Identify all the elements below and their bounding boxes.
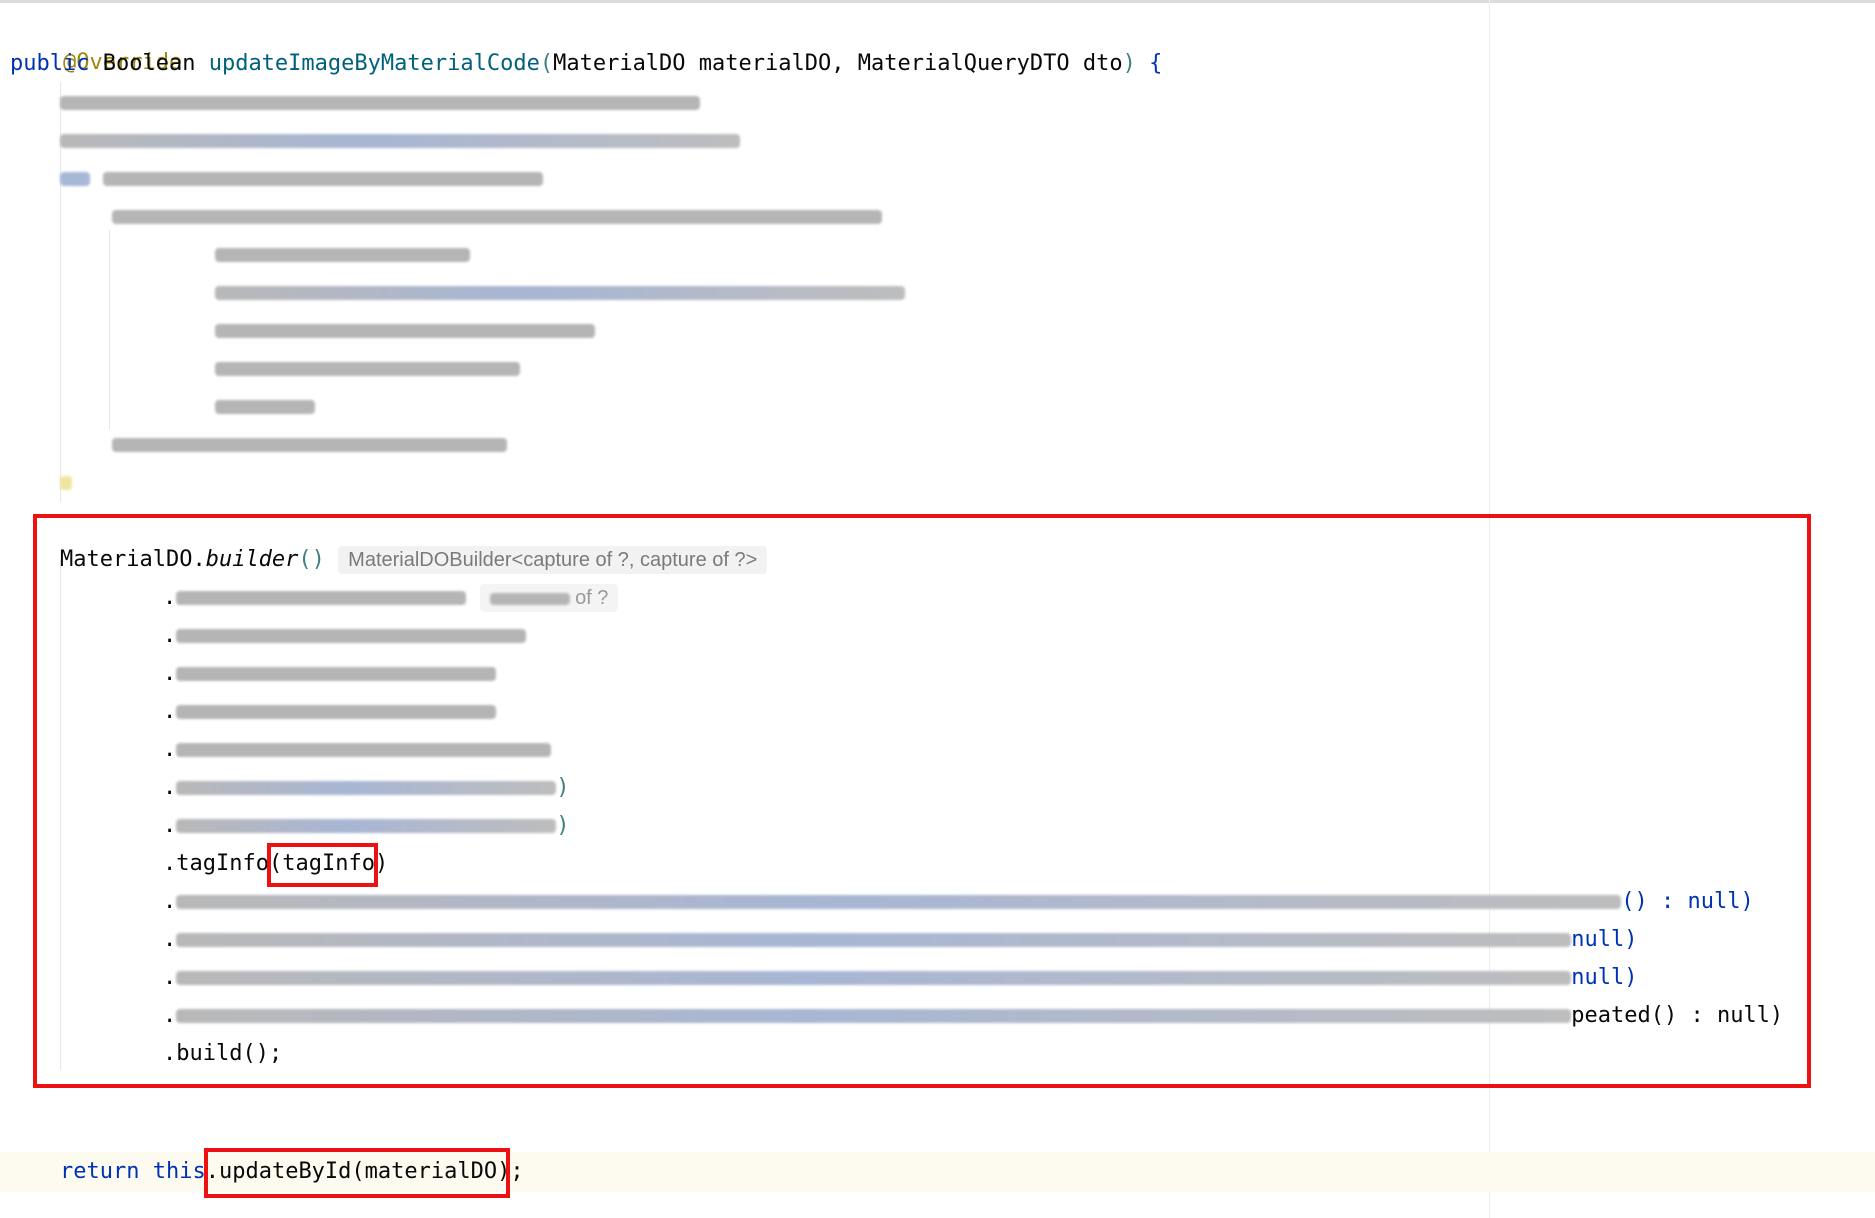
code-line-signature[interactable]: public Boolean updateImageByMaterialCode…: [10, 45, 1162, 83]
close-paren: ): [1122, 51, 1136, 76]
method-name: updateImageByMaterialCode: [208, 51, 540, 76]
highlight-box-return: [204, 1148, 510, 1198]
parameter-list: MaterialDO materialDO, MaterialQueryDTO …: [553, 51, 1123, 76]
blurred-code-line: [60, 122, 740, 160]
open-brace: {: [1149, 51, 1163, 76]
blurred-code-line: [112, 426, 507, 464]
blurred-code-line: [60, 84, 700, 122]
highlight-box-builder: [33, 514, 1811, 1088]
blurred-code-line: [215, 236, 470, 274]
open-paren: (: [539, 51, 554, 76]
highlight-box-taginfo: [267, 843, 378, 887]
keyword-return: return: [60, 1159, 140, 1184]
keyword-public: public: [10, 51, 90, 76]
blurred-code-line: [215, 350, 520, 388]
blurred-code-line: [60, 464, 72, 502]
indent-guide: [109, 230, 110, 430]
blurred-code-line: [112, 198, 882, 236]
blurred-code-line: [215, 312, 595, 350]
code-line-annotation[interactable]: @Override: [10, 6, 182, 75]
blurred-code-line: [60, 160, 544, 198]
return-type: Boolean: [102, 51, 196, 76]
editor-top-border: [0, 0, 1875, 3]
keyword-this: this: [152, 1159, 206, 1184]
blurred-code-line: [215, 388, 315, 426]
code-editor[interactable]: @Override public Boolean updateImageByMa…: [0, 0, 1875, 1218]
blurred-code-line: [215, 274, 905, 312]
